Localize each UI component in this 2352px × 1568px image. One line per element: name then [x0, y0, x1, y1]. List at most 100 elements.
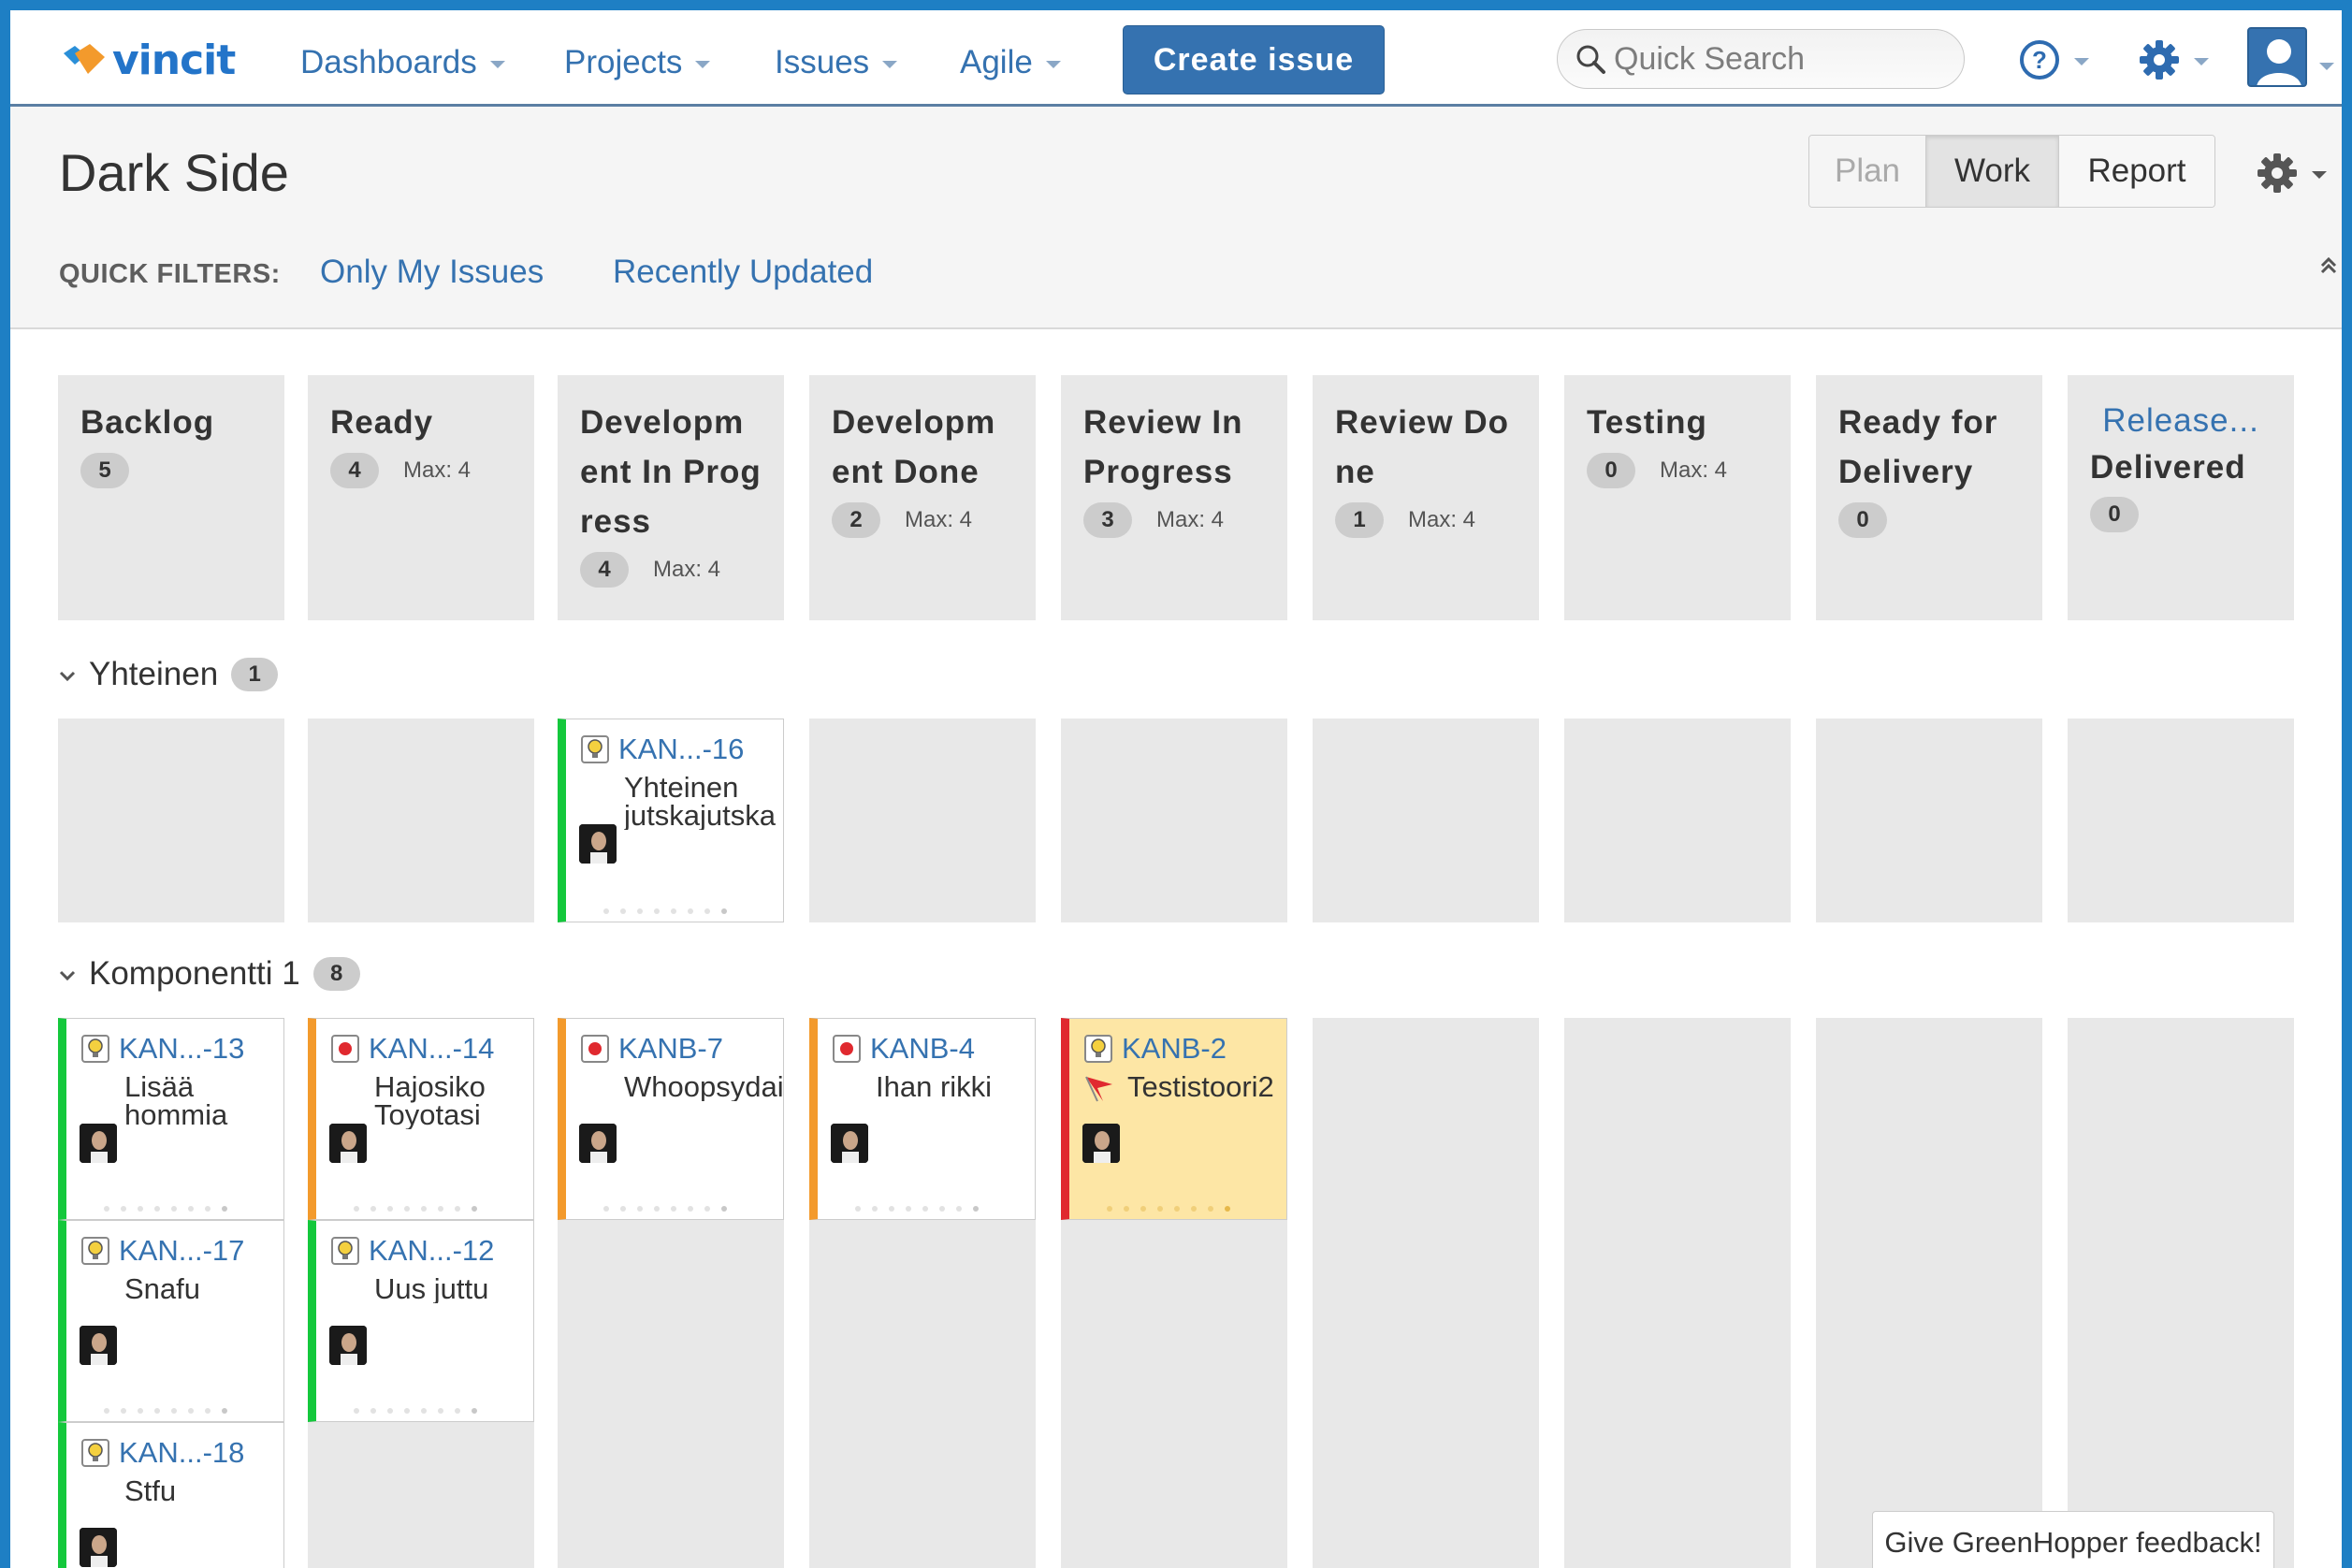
bug-icon: [833, 1035, 861, 1063]
board-cell: [809, 719, 1036, 922]
issue-key[interactable]: KAN...-13: [119, 1032, 244, 1066]
card-progress-dots: [354, 1408, 477, 1414]
nav-projects[interactable]: Projects: [564, 44, 711, 81]
collapse-header-button[interactable]: [2319, 256, 2338, 280]
assignee-photo-icon: [329, 1124, 367, 1163]
assignee-avatar: [80, 1124, 117, 1163]
release-link[interactable]: Release...: [2090, 398, 2272, 444]
improvement-icon: [81, 1035, 109, 1063]
issue-card[interactable]: KAN...-12 Uus juttu: [308, 1220, 534, 1422]
assignee-avatar: [579, 1124, 617, 1163]
column-header-ready-for-delivery: Ready for Delivery 0: [1816, 375, 2042, 620]
column-name: Backlog: [80, 404, 215, 441]
board-cell: [2068, 1018, 2294, 1568]
assignee-avatar: [329, 1124, 367, 1163]
column-name: Development Done: [832, 404, 996, 490]
admin-settings-menu[interactable]: [2138, 38, 2209, 81]
user-avatar[interactable]: [2247, 27, 2307, 87]
issue-count-badge: 5: [80, 453, 129, 488]
issue-card[interactable]: KANB-4 Ihan rikki: [809, 1018, 1036, 1220]
issue-summary: Snafu: [124, 1275, 201, 1303]
nav-dashboards[interactable]: Dashboards: [300, 44, 505, 81]
quick-filter-only-my-issues[interactable]: Only My Issues: [320, 254, 544, 291]
column-header-development-in-progress: Development In Progress 4 Max: 4: [558, 375, 784, 620]
issue-count-badge: 3: [1083, 502, 1132, 538]
improvement-icon: [81, 1237, 109, 1265]
issue-key[interactable]: KAN...-18: [119, 1436, 244, 1470]
nav-dashboards-label: Dashboards: [300, 44, 477, 80]
board-cell: [1313, 1018, 1539, 1568]
column-max: Max: 4: [1660, 457, 1728, 483]
card-progress-dots: [104, 1408, 227, 1414]
issue-card-flagged[interactable]: KANB-2 Testistoori2: [1061, 1018, 1287, 1220]
issue-key[interactable]: KAN...-12: [369, 1234, 494, 1268]
chevron-down-icon: [2074, 58, 2089, 65]
page-title: Dark Side: [59, 143, 289, 202]
quick-filters-label: QUICK FILTERS:: [59, 259, 281, 289]
issue-card[interactable]: KAN...-17 Snafu: [58, 1220, 284, 1422]
user-silhouette-icon: [2257, 39, 2301, 85]
issue-count-badge: 2: [832, 502, 880, 538]
quick-filter-recently-updated[interactable]: Recently Updated: [613, 254, 873, 291]
user-menu-caret[interactable]: [2319, 59, 2334, 70]
issue-key[interactable]: KANB-7: [618, 1032, 723, 1066]
issue-card[interactable]: KAN...-14 Hajosiko Toyotasi: [308, 1018, 534, 1220]
board-cell: [1816, 719, 2042, 922]
assignee-photo-icon: [80, 1528, 117, 1567]
logo-text: vincit: [112, 36, 236, 84]
board-settings-menu[interactable]: [2256, 152, 2327, 195]
column-max: Max: 4: [905, 507, 973, 532]
board-cell: [2068, 719, 2294, 922]
issue-count-badge: 4: [330, 453, 379, 488]
issue-card[interactable]: KAN...-16 Yhteinen jutskajutska: [558, 719, 784, 922]
column-header-development-done: Development Done 2 Max: 4: [809, 375, 1036, 620]
column-header-testing: Testing 0 Max: 4: [1564, 375, 1791, 620]
issue-key[interactable]: KAN...-17: [119, 1234, 244, 1268]
quick-search-box[interactable]: [1557, 29, 1965, 89]
issue-key[interactable]: KAN...-14: [369, 1032, 494, 1066]
issue-card[interactable]: KANB-7 Whoopsydaisy: [558, 1018, 784, 1220]
column-header-delivered: Release... Delivered 0: [2068, 375, 2294, 620]
feedback-button[interactable]: Give GreenHopper feedback!: [1872, 1511, 2274, 1568]
gear-icon: [2258, 153, 2297, 193]
issue-key[interactable]: KANB-4: [870, 1032, 975, 1066]
improvement-icon: [1084, 1035, 1112, 1063]
column-name: Development In Progress: [580, 404, 762, 540]
swimlane-count-badge: 1: [231, 658, 279, 691]
gear-icon: [2140, 40, 2179, 80]
issue-card[interactable]: KAN...-13 Lisää hommia: [58, 1018, 284, 1220]
swimlane-header-komponentti-1[interactable]: Komponentti 1 8: [59, 955, 360, 993]
issue-key[interactable]: KAN...-16: [618, 733, 744, 766]
quick-search-input[interactable]: [1614, 40, 1951, 78]
mode-work-button[interactable]: Work: [1926, 136, 2059, 207]
chevron-down-icon: [882, 61, 898, 68]
mode-report-button[interactable]: Report: [2059, 136, 2214, 207]
column-max: Max: 4: [1408, 507, 1476, 532]
nav-agile[interactable]: Agile: [960, 44, 1061, 81]
swimlane-name: Yhteinen: [89, 656, 219, 692]
create-issue-button[interactable]: Create issue: [1123, 25, 1385, 94]
swimlane-header-yhteinen[interactable]: Yhteinen 1: [59, 656, 279, 693]
board-cell: [58, 719, 284, 922]
card-progress-dots: [104, 1206, 227, 1212]
improvement-icon: [331, 1237, 359, 1265]
app-window: vincit Dashboards Projects Issues Agile …: [10, 10, 2342, 1568]
board-cell: [1061, 719, 1287, 922]
help-menu[interactable]: ?: [2018, 38, 2089, 81]
search-icon: [1576, 45, 1605, 74]
mode-plan-button[interactable]: Plan: [1809, 136, 1926, 207]
nav-issues[interactable]: Issues: [775, 44, 898, 81]
assignee-avatar: [1082, 1124, 1120, 1163]
issue-key[interactable]: KANB-2: [1122, 1032, 1227, 1066]
card-progress-dots: [1107, 1206, 1230, 1212]
improvement-icon: [581, 735, 609, 763]
improvement-icon: [81, 1439, 109, 1467]
issue-card[interactable]: KAN...-18 Stfu: [58, 1422, 284, 1568]
issue-summary: Ihan rikki: [876, 1073, 993, 1101]
column-header-ready: Ready 4 Max: 4: [308, 375, 534, 620]
chevron-down-icon: [489, 61, 505, 68]
issue-summary: Testistoori2: [1127, 1073, 1274, 1101]
vincit-logo[interactable]: vincit: [62, 36, 236, 84]
board-cell: [1816, 1018, 2042, 1568]
assignee-avatar: [831, 1124, 868, 1163]
